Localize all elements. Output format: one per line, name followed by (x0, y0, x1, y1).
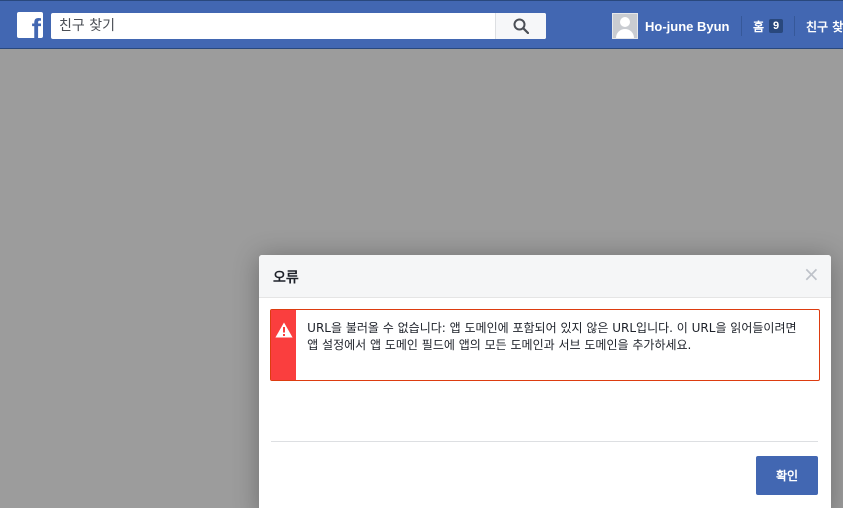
search-icon (513, 18, 529, 34)
default-avatar-icon (612, 13, 638, 39)
home-count-badge: 9 (769, 19, 784, 33)
error-dialog: 오류 × URL을 불러올 수 없습니다: 앱 도메인에 포함되어 있지 않은 … (259, 255, 831, 508)
warning-icon (274, 322, 293, 338)
close-icon[interactable]: × (803, 264, 820, 284)
search-input[interactable] (51, 13, 494, 39)
error-icon-strip (271, 310, 297, 380)
user-name: Ho-june Byun (645, 18, 730, 34)
top-navigation-bar: f Ho-june Byun 홈 9 친구 찾기 (0, 0, 843, 49)
find-friends-link[interactable]: 친구 찾기 (806, 13, 843, 39)
profile-link[interactable]: Ho-june Byun (612, 13, 730, 39)
facebook-logo-letter: f (31, 13, 41, 39)
dialog-title: 오류 (273, 270, 299, 286)
home-label: 홈 (753, 19, 765, 34)
nav-divider (794, 16, 795, 36)
error-message: URL을 불러올 수 없습니다: 앱 도메인에 포함되어 있지 않은 URL입니… (307, 321, 797, 352)
nav-divider (741, 16, 742, 36)
dialog-footer-divider (271, 441, 818, 442)
error-message-box: URL을 불러올 수 없습니다: 앱 도메인에 포함되어 있지 않은 URL입니… (270, 309, 820, 381)
home-link[interactable]: 홈 9 (753, 13, 784, 39)
search-bar (51, 13, 546, 39)
facebook-logo-icon[interactable]: f (17, 12, 43, 38)
confirm-button[interactable]: 확인 (756, 456, 818, 495)
dialog-header: 오류 × (259, 255, 831, 298)
search-button[interactable] (495, 13, 546, 39)
